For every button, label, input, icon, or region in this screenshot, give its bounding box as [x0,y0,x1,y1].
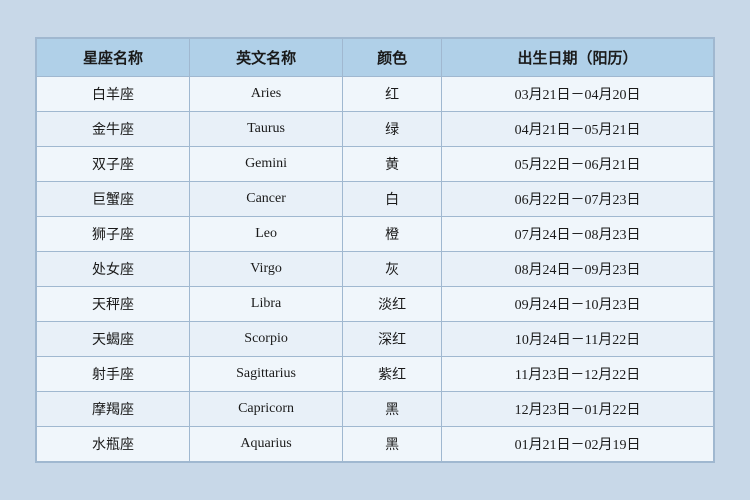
table-header-cell: 星座名称 [37,39,190,77]
table-header-cell: 英文名称 [190,39,343,77]
table-row: 水瓶座Aquarius黑01月21日－02月19日 [37,427,714,462]
table-cell: 01月21日－02月19日 [442,427,714,462]
table-cell: 08月24日－09月23日 [442,252,714,287]
table-cell: 10月24日－11月22日 [442,322,714,357]
table-cell: 11月23日－12月22日 [442,357,714,392]
table-row: 双子座Gemini黄05月22日－06月21日 [37,147,714,182]
table-cell: 双子座 [37,147,190,182]
table-cell: 09月24日－10月23日 [442,287,714,322]
table-row: 天蝎座Scorpio深红10月24日－11月22日 [37,322,714,357]
table-cell: Aquarius [190,427,343,462]
table-cell: 紫红 [343,357,442,392]
table-cell: Aries [190,77,343,112]
table-cell: 黑 [343,427,442,462]
table-row: 巨蟹座Cancer白06月22日－07月23日 [37,182,714,217]
table-cell: Gemini [190,147,343,182]
table-cell: 水瓶座 [37,427,190,462]
table-row: 处女座Virgo灰08月24日－09月23日 [37,252,714,287]
table-cell: 金牛座 [37,112,190,147]
table-row: 摩羯座Capricorn黑12月23日－01月22日 [37,392,714,427]
zodiac-table: 星座名称英文名称颜色出生日期（阳历） 白羊座Aries红03月21日－04月20… [36,38,714,462]
table-cell: 天秤座 [37,287,190,322]
table-header-cell: 出生日期（阳历） [442,39,714,77]
zodiac-table-container: 星座名称英文名称颜色出生日期（阳历） 白羊座Aries红03月21日－04月20… [35,37,715,463]
table-cell: 07月24日－08月23日 [442,217,714,252]
table-header-row: 星座名称英文名称颜色出生日期（阳历） [37,39,714,77]
table-cell: 红 [343,77,442,112]
table-cell: Sagittarius [190,357,343,392]
table-cell: 橙 [343,217,442,252]
table-row: 射手座Sagittarius紫红11月23日－12月22日 [37,357,714,392]
table-cell: 射手座 [37,357,190,392]
table-body: 白羊座Aries红03月21日－04月20日金牛座Taurus绿04月21日－0… [37,77,714,462]
table-cell: 处女座 [37,252,190,287]
table-cell: 摩羯座 [37,392,190,427]
table-cell: Libra [190,287,343,322]
table-cell: 12月23日－01月22日 [442,392,714,427]
table-cell: 绿 [343,112,442,147]
table-cell: 狮子座 [37,217,190,252]
table-row: 天秤座Libra淡红09月24日－10月23日 [37,287,714,322]
table-cell: Taurus [190,112,343,147]
table-cell: 深红 [343,322,442,357]
table-cell: 黄 [343,147,442,182]
table-cell: Scorpio [190,322,343,357]
table-cell: 淡红 [343,287,442,322]
table-cell: 05月22日－06月21日 [442,147,714,182]
table-cell: 04月21日－05月21日 [442,112,714,147]
table-row: 狮子座Leo橙07月24日－08月23日 [37,217,714,252]
table-header-cell: 颜色 [343,39,442,77]
table-cell: Capricorn [190,392,343,427]
table-cell: 03月21日－04月20日 [442,77,714,112]
table-cell: 06月22日－07月23日 [442,182,714,217]
table-cell: 白羊座 [37,77,190,112]
table-cell: 灰 [343,252,442,287]
table-cell: Virgo [190,252,343,287]
table-row: 金牛座Taurus绿04月21日－05月21日 [37,112,714,147]
table-cell: 天蝎座 [37,322,190,357]
table-cell: Cancer [190,182,343,217]
table-cell: 黑 [343,392,442,427]
table-row: 白羊座Aries红03月21日－04月20日 [37,77,714,112]
table-cell: Leo [190,217,343,252]
table-cell: 白 [343,182,442,217]
table-cell: 巨蟹座 [37,182,190,217]
